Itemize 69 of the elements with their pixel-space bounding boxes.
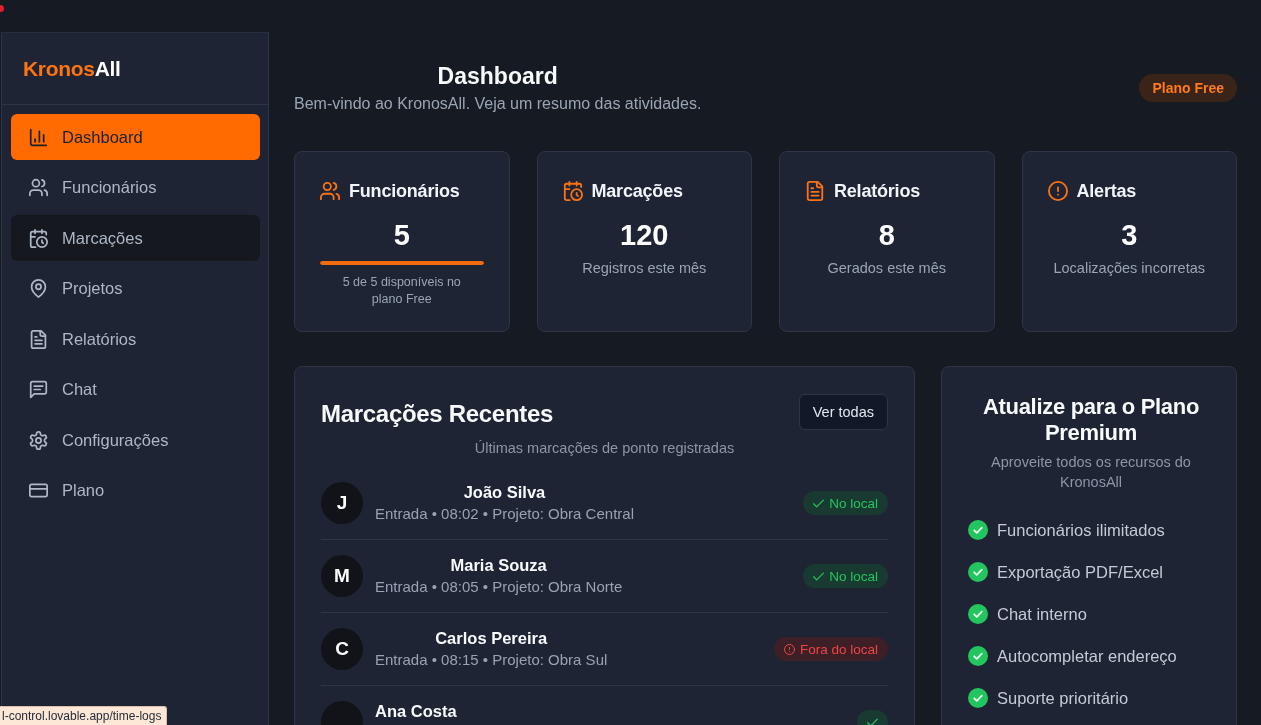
document-icon — [29, 329, 48, 349]
check-icon — [813, 497, 825, 509]
stat-note: Registros este mês — [581, 259, 708, 278]
check-circle-icon — [968, 646, 988, 666]
check-circle-icon — [968, 688, 988, 708]
sidebar-item[interactable]: Configurações — [11, 417, 260, 463]
status-label: No local — [829, 568, 878, 584]
logo: KronosAll — [23, 56, 121, 81]
feature-label: Chat interno — [997, 604, 1087, 625]
employee-name: Ana Costa — [375, 701, 457, 722]
check-circle-icon — [968, 604, 988, 624]
stat-note: 5 de 5 disponíveis no plano Free — [341, 274, 462, 308]
check-circle-icon — [968, 562, 988, 582]
status-label: No local — [829, 495, 878, 511]
sidebar-item[interactable]: Marcações — [11, 215, 260, 261]
users-icon — [320, 181, 340, 201]
stat-value: 120 — [619, 218, 670, 253]
settings-icon — [29, 430, 48, 450]
card-icon — [29, 481, 48, 500]
avatar: C — [321, 628, 363, 670]
employee-name: Carlos Pereira — [435, 628, 548, 649]
employee-name: Maria Souza — [450, 555, 547, 576]
check-icon — [813, 570, 825, 582]
stat-value: 3 — [1120, 218, 1139, 253]
entry-detail: Entrada • 08:15 • Projeto: Obra Sul — [375, 650, 608, 670]
alert-circle-icon — [783, 643, 795, 655]
alert-circle-icon — [1047, 181, 1068, 201]
premium-subtitle: Aproveite todos os recursos do KronosAll — [990, 453, 1192, 492]
plan-badge: Plano Free — [1139, 74, 1237, 102]
link-status-url: l-control.lovable.app/time-logs — [0, 706, 168, 725]
stat-title: Funcionários — [349, 180, 460, 202]
employee-name: João Silva — [463, 482, 546, 503]
calendar-clock-icon — [562, 181, 583, 201]
sidebar-item[interactable]: Dashboard — [11, 114, 260, 160]
entry-detail: Entrada • 08:05 • Projeto: Obra Norte — [375, 577, 623, 597]
calendar-clock-icon — [29, 228, 48, 248]
sidebar-item[interactable]: Projetos — [11, 265, 260, 312]
entry-detail: Entrada • 08:02 • Projeto: Obra Central — [375, 504, 634, 524]
document-icon — [805, 181, 825, 201]
check-icon — [867, 716, 878, 725]
stat-title: Relatórios — [834, 180, 921, 202]
map-pin-icon — [29, 279, 48, 298]
feature-label: Exportação PDF/Excel — [997, 562, 1163, 583]
sidebar-item[interactable]: Funcionários — [11, 164, 260, 211]
avatar: J — [321, 482, 363, 524]
users-icon — [29, 178, 48, 197]
check-circle-icon — [968, 520, 988, 540]
chat-bubble-icon — [29, 380, 48, 399]
avatar: M — [321, 555, 363, 597]
stat-value: 8 — [877, 218, 896, 253]
panel-subtitle: Últimas marcações de ponto registradas — [473, 439, 736, 458]
sidebar-item[interactable]: Relatórios — [11, 316, 260, 362]
status-label: Fora do local — [799, 641, 878, 657]
feature-label: Funcionários ilimitados — [997, 520, 1165, 541]
bar-chart-icon — [29, 127, 48, 147]
stat-title: Alertas — [1076, 180, 1137, 202]
view-all-button[interactable]: Ver todas — [798, 394, 888, 430]
stat-note: Localizações incorretas — [1052, 259, 1206, 278]
sidebar-item[interactable]: Plano — [11, 467, 260, 514]
feature-label: Autocompletar endereço — [997, 646, 1177, 667]
premium-title: Atualize para o Plano Premium — [981, 394, 1201, 446]
stat-note: Gerados este mês — [826, 259, 947, 278]
stat-value: 5 — [392, 218, 411, 253]
sidebar-item[interactable]: Chat — [11, 366, 260, 413]
panel-title: Marcações Recentes — [321, 399, 554, 429]
page-subtitle: Bem-vindo ao KronosAll. Veja um resumo das atividades. — [294, 94, 702, 114]
feature-label: Suporte prioritário — [997, 688, 1129, 709]
stat-title: Marcações — [591, 180, 683, 202]
page-title: Dashboard — [437, 62, 558, 90]
